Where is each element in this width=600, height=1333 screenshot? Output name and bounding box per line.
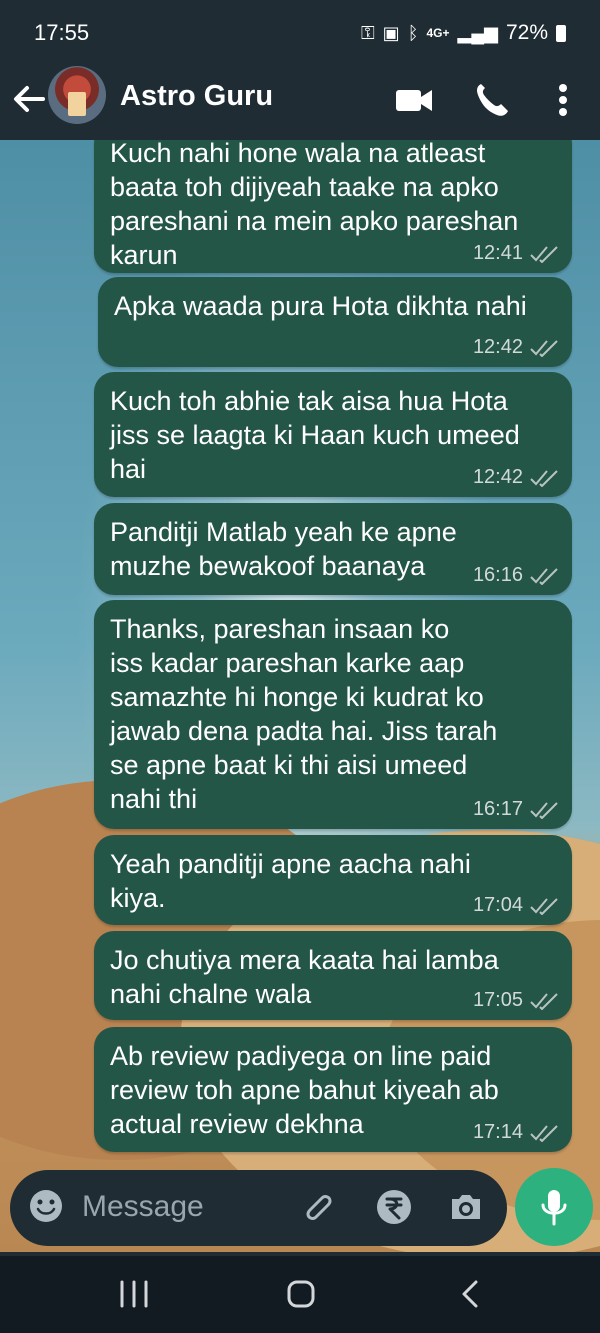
microphone-icon [541, 1190, 567, 1226]
message-meta: 16:16 [473, 564, 558, 587]
signal-icon: ▂▄▆ [457, 22, 498, 43]
double-check-icon [530, 339, 558, 357]
double-check-icon [530, 469, 558, 487]
phone-call-icon[interactable] [472, 80, 512, 120]
key-icon: ⚿ [360, 22, 375, 43]
system-navigation-bar [0, 1256, 600, 1333]
rupee-payment-icon[interactable] [375, 1188, 413, 1226]
battery-percentage: 72% [505, 21, 548, 44]
double-check-icon [530, 1124, 558, 1142]
message-meta: 12:42 [473, 466, 558, 489]
message-time: 17:14 [472, 1121, 523, 1143]
double-check-icon [530, 801, 558, 819]
camera-icon[interactable] [447, 1188, 485, 1226]
contact-name[interactable]: Astro Guru [120, 80, 273, 113]
message-composer[interactable]: Message [10, 1170, 507, 1246]
double-check-icon [530, 992, 558, 1010]
outgoing-message[interactable]: Panditji Matlab yeah ke apne muzhe bewak… [94, 503, 572, 595]
chat-header: Astro Guru [0, 66, 600, 140]
network-label: 4G+ [426, 26, 450, 40]
contact-avatar[interactable] [48, 66, 106, 124]
message-time: 12:41 [472, 242, 523, 264]
back-arrow-icon[interactable] [12, 82, 46, 116]
message-time: 12:42 [472, 466, 523, 488]
message-time: 16:17 [472, 798, 523, 820]
attachment-icon[interactable] [300, 1188, 338, 1226]
message-meta: 12:41 [473, 242, 558, 265]
message-meta: 12:42 [473, 336, 558, 359]
double-check-icon [530, 897, 558, 915]
message-meta: 16:17 [473, 798, 558, 821]
bluetooth-icon: ᛒ [407, 22, 419, 43]
emoji-icon[interactable] [28, 1188, 64, 1224]
message-time: 17:05 [472, 989, 523, 1011]
message-time: 16:16 [472, 564, 523, 586]
battery-icon [556, 24, 566, 42]
message-text: Apka waada pura Hota dikhta nahi [114, 291, 527, 321]
more-options-icon[interactable] [543, 80, 583, 120]
notification-icon: ▣ [382, 22, 400, 43]
message-time: 12:42 [472, 336, 523, 358]
video-call-icon[interactable] [394, 80, 434, 120]
home-icon[interactable] [281, 1278, 321, 1310]
chat-messages[interactable]: Kuch nahi hone wala na atleast baata toh… [0, 140, 600, 1252]
message-meta: 17:05 [473, 989, 558, 1012]
status-bar: 17:55 ⚿ ▣ ᛒ 4G+ ▂▄▆ 72% [0, 0, 600, 66]
status-icons: ⚿ ▣ ᛒ 4G+ ▂▄▆ 72% [361, 21, 566, 45]
message-time: 17:04 [472, 894, 523, 916]
back-icon[interactable] [452, 1278, 492, 1310]
outgoing-message[interactable]: Thanks, pareshan insaan ko iss kadar par… [94, 600, 572, 829]
outgoing-message[interactable]: Kuch nahi hone wala na atleast baata toh… [94, 140, 572, 273]
message-meta: 17:04 [473, 894, 558, 917]
recent-apps-icon[interactable] [114, 1278, 154, 1310]
double-check-icon [530, 567, 558, 585]
status-time: 17:55 [34, 20, 90, 45]
outgoing-message[interactable]: Yeah panditji apne aacha nahi kiya. 17:0… [94, 835, 572, 925]
outgoing-message[interactable]: Ab review padiyega on line paid review t… [94, 1027, 572, 1152]
outgoing-message[interactable]: Jo chutiya mera kaata hai lamba nahi cha… [94, 931, 572, 1020]
outgoing-message[interactable]: Apka waada pura Hota dikhta nahi 12:42 [98, 277, 572, 367]
double-check-icon [530, 245, 558, 263]
outgoing-message[interactable]: Kuch toh abhie tak aisa hua Hota jiss se… [94, 372, 572, 497]
message-text: Thanks, pareshan insaan ko iss kadar par… [110, 614, 498, 814]
voice-message-button[interactable] [515, 1168, 593, 1246]
message-meta: 17:14 [473, 1121, 558, 1144]
message-input[interactable]: Message [82, 1190, 204, 1224]
